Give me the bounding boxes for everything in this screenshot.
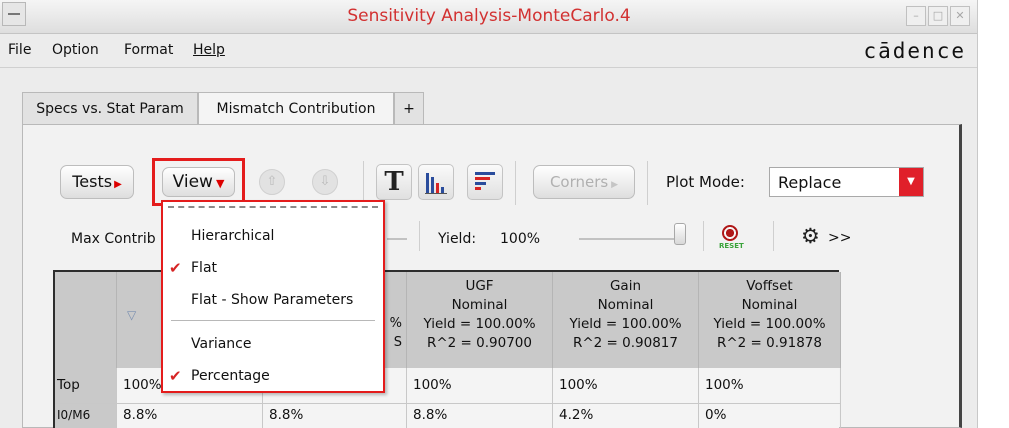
menu-file[interactable]: File (8, 42, 31, 58)
minimize-button[interactable]: – (906, 6, 926, 26)
close-button[interactable]: ✕ (950, 6, 970, 26)
triangle-right-icon: ▶ (114, 179, 122, 190)
column-sub: Nominal (741, 297, 798, 313)
table-cell: 8.8% (263, 404, 407, 428)
maximize-button[interactable]: □ (928, 6, 948, 26)
target-icon-caption: RESET (719, 242, 744, 250)
toolbar-separator (363, 161, 364, 205)
sort-icon[interactable]: ▽ (127, 306, 136, 325)
tests-button[interactable]: Tests ▶ (60, 165, 134, 199)
table-cell: 100% (407, 368, 553, 404)
yield-value: 100% (500, 231, 541, 247)
menu-item-flat-show-parameters[interactable]: Flat - Show Parameters (163, 287, 383, 313)
toolbar-separator (703, 221, 704, 251)
table-header-ugf[interactable]: UGF Nominal Yield = 100.00% R^2 = 0.9070… (407, 272, 553, 368)
yield-label: Yield: (438, 231, 477, 247)
menu-bar: File Option Format Help cādence (0, 34, 977, 68)
yield-slider-handle[interactable] (674, 223, 686, 245)
chevron-down-icon: ▼ (899, 168, 923, 196)
table-corner-header (55, 272, 117, 368)
menu-item-label: Flat - Show Parameters (191, 292, 354, 308)
view-label: View (172, 172, 213, 192)
horizontal-bar-chart-icon (475, 172, 495, 190)
cadence-logo: cādence (863, 39, 966, 63)
title-bar: Sensitivity Analysis-MonteCarlo.4 – □ ✕ (0, 0, 977, 34)
corners-button[interactable]: Corners ▶ (533, 165, 635, 199)
column-name: Gain (609, 278, 642, 294)
column-yield: Yield = 100.00% (713, 316, 826, 332)
tab-mismatch-contribution[interactable]: Mismatch Contribution (198, 92, 394, 126)
column-sub: Nominal (597, 297, 654, 313)
view-button[interactable]: View ▼ (162, 167, 235, 197)
menu-item-label: Percentage (191, 368, 270, 384)
view-dropdown-menu: Hierarchical ✔ Flat Flat - Show Paramete… (161, 200, 385, 393)
target-icon[interactable] (722, 225, 738, 241)
main-window: Sensitivity Analysis-MonteCarlo.4 – □ ✕ … (0, 0, 978, 428)
menu-help[interactable]: Help (193, 42, 225, 58)
menu-item-label: Variance (191, 336, 252, 352)
menu-item-label: Flat (191, 260, 218, 276)
menu-option[interactable]: Option (52, 42, 99, 58)
bar-chart-button[interactable] (418, 164, 454, 200)
table-header-voffset[interactable]: Voffset Nominal Yield = 100.00% R^2 = 0.… (699, 272, 841, 368)
menu-item-label: Hierarchical (191, 228, 275, 244)
tab-add[interactable]: + (394, 92, 424, 124)
toolbar-separator (419, 221, 420, 251)
column-yield: Yield = 100.00% (569, 316, 682, 332)
triangle-right-icon: ▶ (608, 180, 619, 190)
table-cell: 4.2% (553, 404, 699, 428)
menu-format[interactable]: Format (124, 42, 173, 58)
column-yield: Yield = 100.00% (423, 316, 536, 332)
bar-chart-icon (425, 173, 447, 194)
toolbar-separator (647, 161, 648, 205)
table-cell: 0% (699, 404, 841, 428)
column-sub: Nominal (451, 297, 508, 313)
column-name: UGF (465, 278, 494, 294)
column-r2: R^2 = 0.90700 (426, 335, 532, 351)
menu-separator (171, 320, 375, 321)
column-r2: R^2 = 0.90817 (572, 335, 678, 351)
tests-label: Tests (72, 172, 113, 191)
menu-item-hierarchical[interactable]: Hierarchical (163, 223, 383, 249)
header-s-fragment: S (393, 335, 402, 350)
arrow-down-icon[interactable]: ⇩ (312, 169, 338, 195)
triangle-down-icon: ▼ (215, 177, 225, 190)
tear-off-line[interactable] (168, 206, 378, 208)
toolbar-separator (515, 161, 516, 205)
gear-icon[interactable]: ⚙ (801, 226, 820, 247)
header-percent-fragment: % (389, 316, 402, 331)
menu-item-flat[interactable]: ✔ Flat (163, 255, 383, 281)
corners-label: Corners (549, 173, 609, 191)
view-highlight: View ▼ (152, 158, 245, 206)
table-cell: 8.8% (407, 404, 553, 428)
row-header: Top (55, 368, 117, 404)
menu-item-variance[interactable]: Variance (163, 331, 383, 357)
table-cell: 100% (553, 368, 699, 404)
horizontal-bar-chart-button[interactable] (467, 164, 503, 200)
table-header-gain[interactable]: Gain Nominal Yield = 100.00% R^2 = 0.908… (553, 272, 699, 368)
column-name: Voffset (746, 278, 793, 294)
text-view-button[interactable]: T (376, 164, 412, 200)
table-cell: 8.8% (117, 404, 263, 428)
plot-mode-value: Replace (778, 173, 842, 192)
arrow-up-icon[interactable]: ⇧ (259, 169, 285, 195)
plot-mode-label: Plot Mode: (666, 173, 745, 191)
max-contrib-slider[interactable] (387, 238, 407, 240)
window-title: Sensitivity Analysis-MonteCarlo.4 (347, 6, 631, 26)
plot-mode-select[interactable]: Replace ▼ (769, 167, 924, 197)
menu-item-percentage[interactable]: ✔ Percentage (163, 363, 383, 389)
check-icon: ✔ (169, 259, 182, 277)
table-cell: 100% (699, 368, 841, 404)
tab-specs-vs-stat-param[interactable]: Specs vs. Stat Param (22, 92, 198, 124)
max-contrib-label: Max Contrib (71, 231, 156, 247)
row-header: I0/M6 (55, 404, 117, 428)
table-row[interactable]: I0/M6 8.8% 8.8% 8.8% 4.2% 0% (55, 404, 841, 428)
column-r2: R^2 = 0.91878 (716, 335, 822, 351)
toolbar-separator (773, 221, 774, 251)
yield-slider-track[interactable] (579, 238, 675, 240)
check-icon: ✔ (169, 367, 182, 385)
more-button[interactable]: >> (828, 230, 851, 246)
